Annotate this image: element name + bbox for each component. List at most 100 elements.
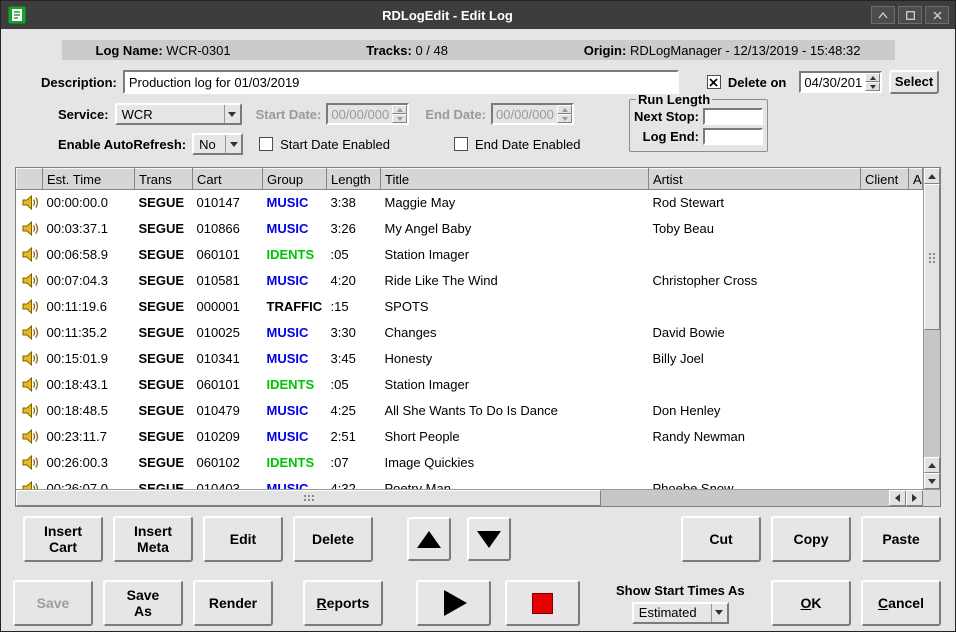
column-header-artist[interactable]: Artist	[649, 169, 861, 190]
autorefresh-value: No	[194, 137, 225, 152]
stop-icon	[532, 593, 553, 614]
table-row[interactable]: 00:18:43.1 SEGUE 060101 IDENTS :05 Stati…	[17, 372, 923, 398]
column-header-title[interactable]: Title	[381, 169, 649, 190]
column-header-trans[interactable]: Trans	[135, 169, 193, 190]
vertical-scrollbar[interactable]	[923, 168, 940, 489]
render-button[interactable]: Render	[193, 580, 273, 626]
delete-button[interactable]: Delete	[293, 516, 373, 562]
speaker-icon	[22, 273, 39, 288]
move-down-button[interactable]	[467, 517, 511, 561]
play-button[interactable]	[416, 580, 491, 626]
horizontal-scrollbar-thumb[interactable]	[16, 490, 601, 506]
log-name: Log Name: WCR-0301	[96, 43, 231, 58]
cart-cell: 060101	[193, 242, 263, 268]
end-date-enabled-checkbox[interactable]	[454, 137, 468, 151]
delete-on-checkbox[interactable]	[707, 75, 721, 89]
description-input[interactable]	[123, 70, 679, 94]
table-row[interactable]: 00:18:48.5 SEGUE 010479 MUSIC 4:25 All S…	[17, 398, 923, 424]
log-end-input[interactable]	[703, 128, 763, 145]
show-start-times-label: Show Start Times As	[616, 583, 745, 598]
speaker-icon	[22, 351, 39, 366]
table-row[interactable]: 00:15:01.9 SEGUE 010341 MUSIC 3:45 Hones…	[17, 346, 923, 372]
cart-cell: 010209	[193, 424, 263, 450]
table-row[interactable]: 00:26:00.3 SEGUE 060102 IDENTS :07 Image…	[17, 450, 923, 476]
table-row[interactable]: 00:07:04.3 SEGUE 010581 MUSIC 4:20 Ride …	[17, 268, 923, 294]
rdlogedit-edit-log-window: RDLogEdit - Edit Log Log Name: WCR-0301 …	[0, 0, 956, 632]
length-cell: :05	[327, 372, 381, 398]
stop-button[interactable]	[505, 580, 580, 626]
insert-meta-button[interactable]: Insert Meta	[113, 516, 193, 562]
table-row[interactable]: 00:11:19.6 SEGUE 000001 TRAFFIC :15 SPOT…	[17, 294, 923, 320]
start-date-enabled-checkbox[interactable]	[259, 137, 273, 151]
start-date-enabled-label: Start Date Enabled	[280, 137, 390, 152]
column-header-blank[interactable]	[17, 169, 43, 190]
spin-up-icon[interactable]	[865, 73, 880, 82]
speaker-icon	[22, 455, 39, 470]
reports-button[interactable]: Reports	[303, 580, 383, 626]
edit-button[interactable]: Edit	[203, 516, 283, 562]
table-row[interactable]: 00:23:11.7 SEGUE 010209 MUSIC 2:51 Short…	[17, 424, 923, 450]
horizontal-scrollbar-track[interactable]	[601, 490, 889, 506]
scroll-up-button-bottom[interactable]	[924, 457, 940, 473]
cart-cell: 010866	[193, 216, 263, 242]
spin-down-icon[interactable]	[865, 82, 880, 91]
insert-cart-button[interactable]: Insert Cart	[23, 516, 103, 562]
action-button-row: Save Save As Render Reports Show Start T…	[13, 580, 941, 626]
start-date-input	[328, 105, 392, 123]
paste-button[interactable]: Paste	[861, 516, 941, 562]
group-cell: MUSIC	[263, 320, 327, 346]
shade-window-button[interactable]	[871, 6, 895, 24]
agency-cell	[909, 242, 923, 268]
trans-cell: SEGUE	[135, 424, 193, 450]
description-label: Description:	[41, 75, 117, 90]
scroll-left-button[interactable]	[889, 490, 906, 506]
titlebar[interactable]: RDLogEdit - Edit Log	[1, 1, 955, 29]
row-icon-cell	[17, 294, 43, 320]
tracks-value: 0 / 48	[415, 43, 448, 58]
table-row[interactable]: 00:26:07.0 SEGUE 010403 MUSIC 4:32 Poetr…	[17, 476, 923, 490]
cut-button[interactable]: Cut	[681, 516, 761, 562]
group-cell: MUSIC	[263, 476, 327, 490]
close-window-button[interactable]	[925, 6, 949, 24]
column-header-group[interactable]: Group	[263, 169, 327, 190]
vertical-scrollbar-track[interactable]	[924, 330, 940, 457]
maximize-window-button[interactable]	[898, 6, 922, 24]
service-select[interactable]: WCR	[115, 103, 242, 125]
cancel-button[interactable]: Cancel	[861, 580, 941, 626]
table-row[interactable]: 00:03:37.1 SEGUE 010866 MUSIC 3:26 My An…	[17, 216, 923, 242]
table-row[interactable]: 00:06:58.9 SEGUE 060101 IDENTS :05 Stati…	[17, 242, 923, 268]
save-as-button[interactable]: Save As	[103, 580, 183, 626]
client-cell	[861, 372, 909, 398]
column-header-est-time[interactable]: Est. Time	[43, 169, 135, 190]
column-header-cart[interactable]: Cart	[193, 169, 263, 190]
delete-date-input[interactable]	[801, 73, 865, 91]
agency-cell	[909, 372, 923, 398]
column-header-length[interactable]: Length	[327, 169, 381, 190]
log-event-list: Est. Time Trans Cart Group Length Title …	[15, 167, 941, 507]
scroll-right-button[interactable]	[906, 490, 923, 506]
delete-date-spinbox[interactable]	[799, 71, 882, 93]
artist-cell	[649, 372, 861, 398]
title-cell: Station Imager	[381, 242, 649, 268]
cart-cell: 010341	[193, 346, 263, 372]
column-header-agency[interactable]: Age	[909, 169, 923, 190]
scroll-up-button[interactable]	[924, 168, 940, 184]
title-cell: My Angel Baby	[381, 216, 649, 242]
save-button[interactable]: Save	[13, 580, 93, 626]
table-row[interactable]: 00:00:00.0 SEGUE 010147 MUSIC 3:38 Maggi…	[17, 190, 923, 216]
column-header-client[interactable]: Client	[861, 169, 909, 190]
show-start-times-select[interactable]: Estimated	[632, 602, 729, 624]
select-date-button[interactable]: Select	[889, 70, 939, 94]
vertical-scrollbar-thumb[interactable]	[924, 184, 940, 330]
move-up-button[interactable]	[407, 517, 451, 561]
autorefresh-select[interactable]: No	[192, 133, 243, 155]
agency-cell	[909, 476, 923, 490]
ok-button[interactable]: OK	[771, 580, 851, 626]
copy-button[interactable]: Copy	[771, 516, 851, 562]
horizontal-scrollbar[interactable]	[16, 489, 923, 506]
scroll-down-button[interactable]	[924, 473, 940, 489]
autorefresh-label: Enable AutoRefresh:	[58, 137, 186, 152]
next-stop-input[interactable]	[703, 108, 763, 125]
table-row[interactable]: 00:11:35.2 SEGUE 010025 MUSIC 3:30 Chang…	[17, 320, 923, 346]
est-time-cell: 00:07:04.3	[43, 268, 135, 294]
